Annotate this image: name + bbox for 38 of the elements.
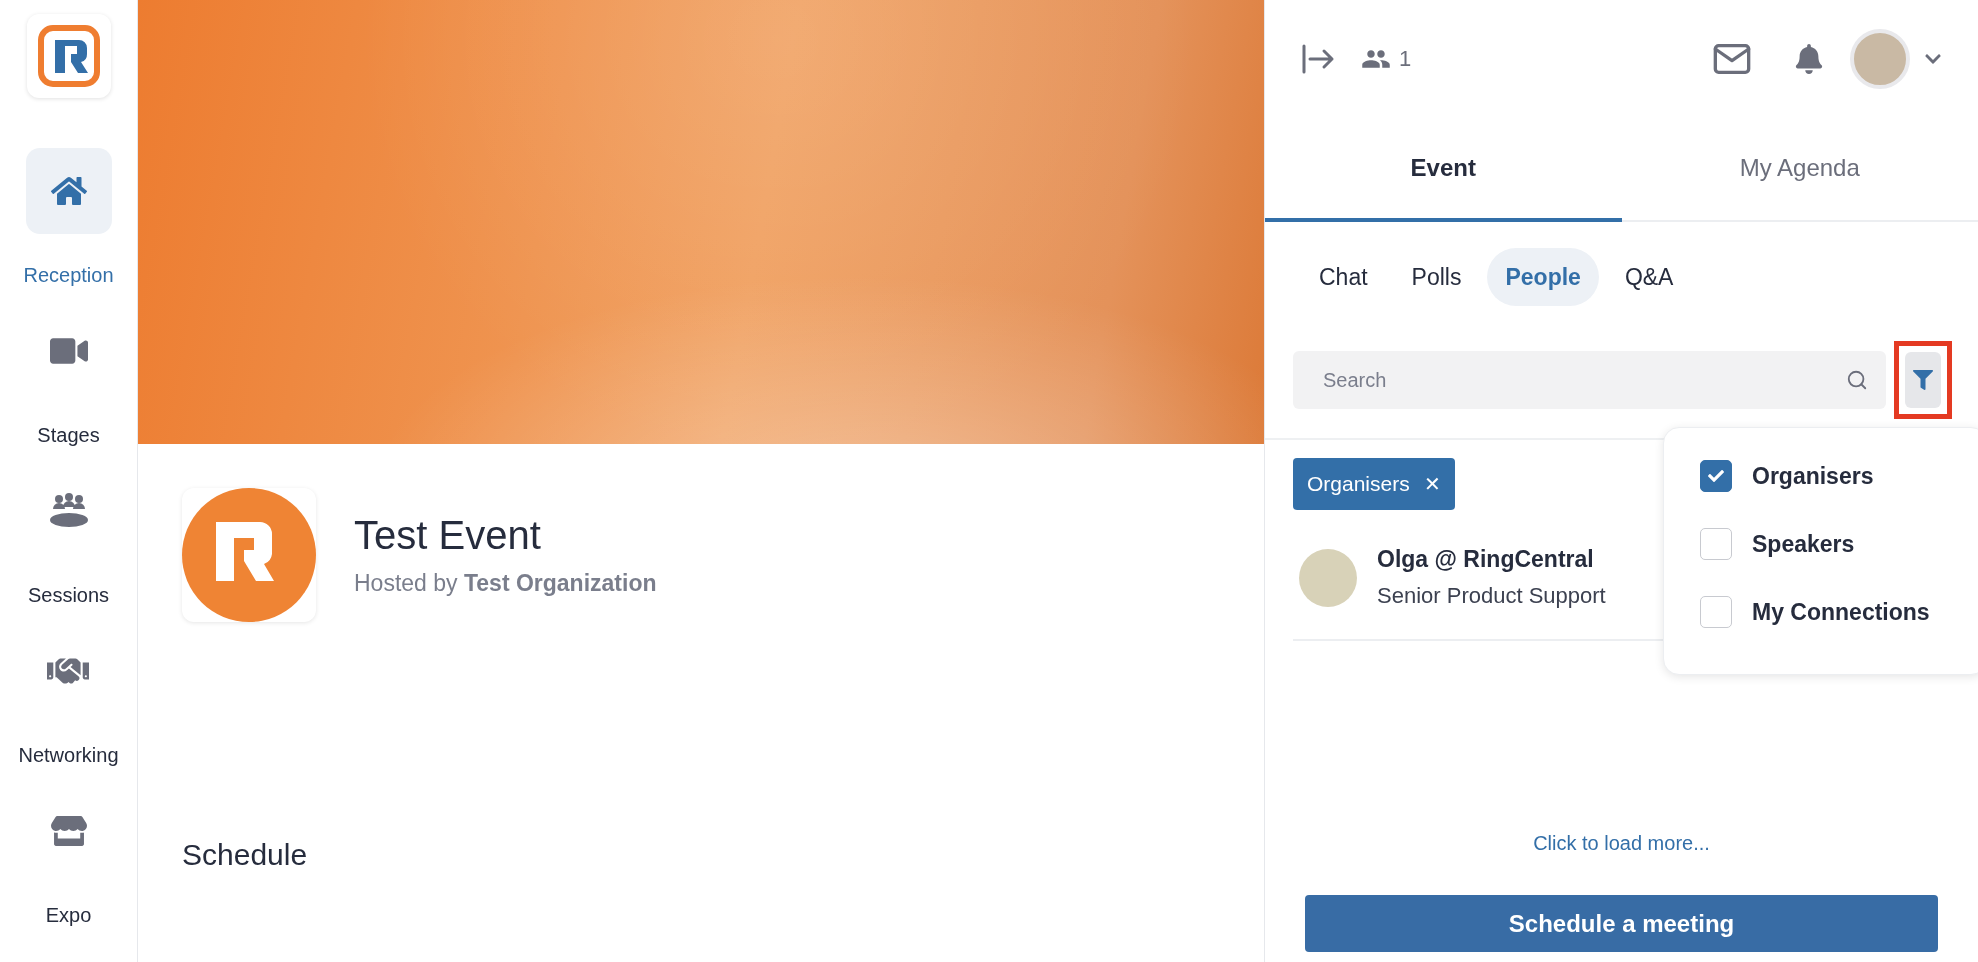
- sub-tab[interactable]: Polls: [1393, 248, 1480, 306]
- section-heading: Schedule: [182, 838, 309, 872]
- schedule-meeting-button[interactable]: Schedule a meeting: [1305, 895, 1938, 952]
- sidebar-item[interactable]: Networking: [18, 628, 119, 788]
- event-host: Hosted by Test Organization: [354, 570, 657, 597]
- filter-option[interactable]: Speakers: [1700, 528, 1978, 560]
- bell-icon[interactable]: [1794, 44, 1824, 74]
- checkbox[interactable]: [1700, 528, 1732, 560]
- tab[interactable]: My Agenda: [1621, 118, 1978, 222]
- filter-icon: [1913, 370, 1933, 390]
- app-logo[interactable]: [26, 14, 111, 98]
- logo-icon: [36, 24, 101, 88]
- collapse-panel-icon[interactable]: [1301, 44, 1335, 74]
- sidebar-item[interactable]: Stages: [25, 308, 112, 468]
- market-stall-icon: [50, 813, 87, 849]
- search-field[interactable]: Search: [1293, 351, 1886, 409]
- tab[interactable]: Event: [1265, 118, 1622, 222]
- sidebar-item[interactable]: Expo: [25, 788, 112, 948]
- sidebar-item[interactable]: Sessions: [25, 468, 112, 628]
- filter-option[interactable]: My Connections: [1700, 596, 1978, 628]
- sub-tab[interactable]: People: [1487, 248, 1599, 306]
- remove-icon[interactable]: ✕: [1423, 472, 1441, 496]
- participant-count: 1: [1399, 46, 1412, 72]
- sub-tab[interactable]: Q&A: [1606, 248, 1692, 306]
- filter-button[interactable]: [1905, 352, 1941, 408]
- checkbox[interactable]: [1700, 460, 1732, 492]
- filter-option[interactable]: Organisers: [1700, 460, 1978, 492]
- filter-chip[interactable]: Organisers ✕: [1293, 458, 1455, 510]
- check-icon: [1708, 468, 1724, 484]
- search-icon: [1846, 369, 1868, 391]
- chip-label: Organisers: [1307, 472, 1410, 496]
- person-title: Senior Product Support: [1377, 583, 1606, 609]
- event-title: Test Event: [354, 513, 542, 558]
- people-group-icon: [48, 493, 89, 529]
- load-more-link[interactable]: Click to load more...: [1533, 832, 1710, 855]
- sub-tab[interactable]: Chat: [1301, 248, 1386, 306]
- person-name: Olga @ RingCentral: [1377, 546, 1595, 573]
- checkbox[interactable]: [1700, 596, 1732, 628]
